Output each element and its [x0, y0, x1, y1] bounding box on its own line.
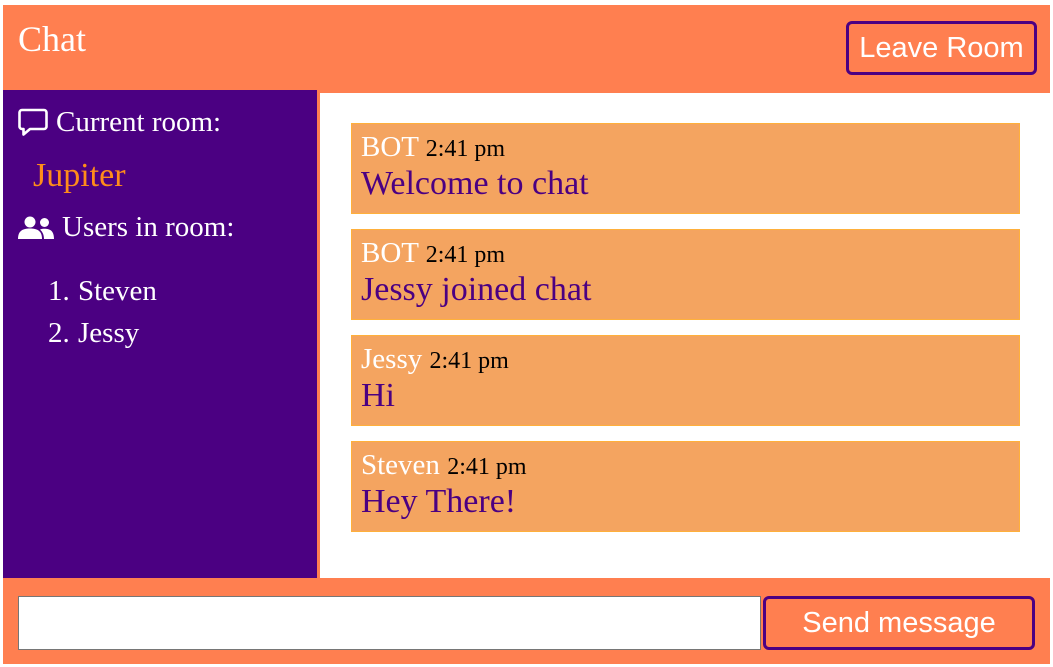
message-input[interactable] — [18, 596, 761, 650]
message-time: 2:41 pm — [447, 454, 527, 480]
message-text: Hey There! — [361, 483, 517, 520]
message-composer: Send message — [3, 578, 1050, 664]
message-meta: BOT 2:41 pm — [361, 239, 1019, 271]
header: Chat Leave Room — [3, 5, 1050, 90]
message-time: 2:41 pm — [429, 348, 509, 374]
message-time: 2:41 pm — [425, 136, 506, 162]
users-icon — [17, 215, 55, 241]
users-label: Users in room: — [62, 211, 235, 243]
message-meta: BOT 2:41 pm — [361, 133, 1019, 165]
message-meta: Steven 2:41 pm — [361, 451, 1019, 483]
message-text: Jessy joined chat — [361, 271, 592, 308]
message-author: BOT — [361, 131, 419, 163]
user-name: Steven — [78, 275, 157, 307]
chat-app: Chat Leave Room Current room: Jupiter Us… — [3, 5, 1050, 664]
users-heading: Users in room: — [17, 213, 234, 242]
leave-room-button[interactable]: Leave Room — [846, 21, 1037, 75]
message-item: Steven 2:41 pm Hey There! — [351, 441, 1020, 532]
sidebar: Current room: Jupiter Users in room: 1. S… — [3, 90, 317, 578]
message-item: BOT 2:41 pm Jessy joined chat — [351, 229, 1020, 320]
message-author: Jessy — [361, 343, 423, 375]
current-room-heading: Current room: — [17, 107, 221, 137]
user-number: 2. — [48, 317, 70, 349]
user-item: 1. Steven — [48, 274, 157, 316]
message-text: Hi — [361, 377, 395, 414]
message-time: 2:41 pm — [425, 242, 506, 268]
app-title: Chat — [18, 19, 86, 59]
send-message-button[interactable]: Send message — [763, 596, 1035, 650]
messages-panel[interactable]: BOT 2:41 pm Welcome to chat BOT 2:41 pm … — [320, 93, 1050, 578]
user-number: 1. — [48, 275, 70, 307]
message-author: BOT — [361, 237, 419, 269]
user-item: 2. Jessy — [48, 316, 157, 358]
users-list: 1. Steven 2. Jessy — [48, 274, 157, 358]
user-name: Jessy — [78, 317, 140, 349]
message-text: Welcome to chat — [361, 165, 589, 202]
message-item: BOT 2:41 pm Welcome to chat — [351, 123, 1020, 214]
message-author: Steven — [361, 449, 440, 481]
current-room-label: Current room: — [56, 105, 222, 138]
room-name: Jupiter — [33, 157, 126, 194]
message-item: Jessy 2:41 pm Hi — [351, 335, 1020, 426]
message-meta: Jessy 2:41 pm — [361, 345, 1019, 377]
chat-bubble-icon — [17, 107, 49, 137]
